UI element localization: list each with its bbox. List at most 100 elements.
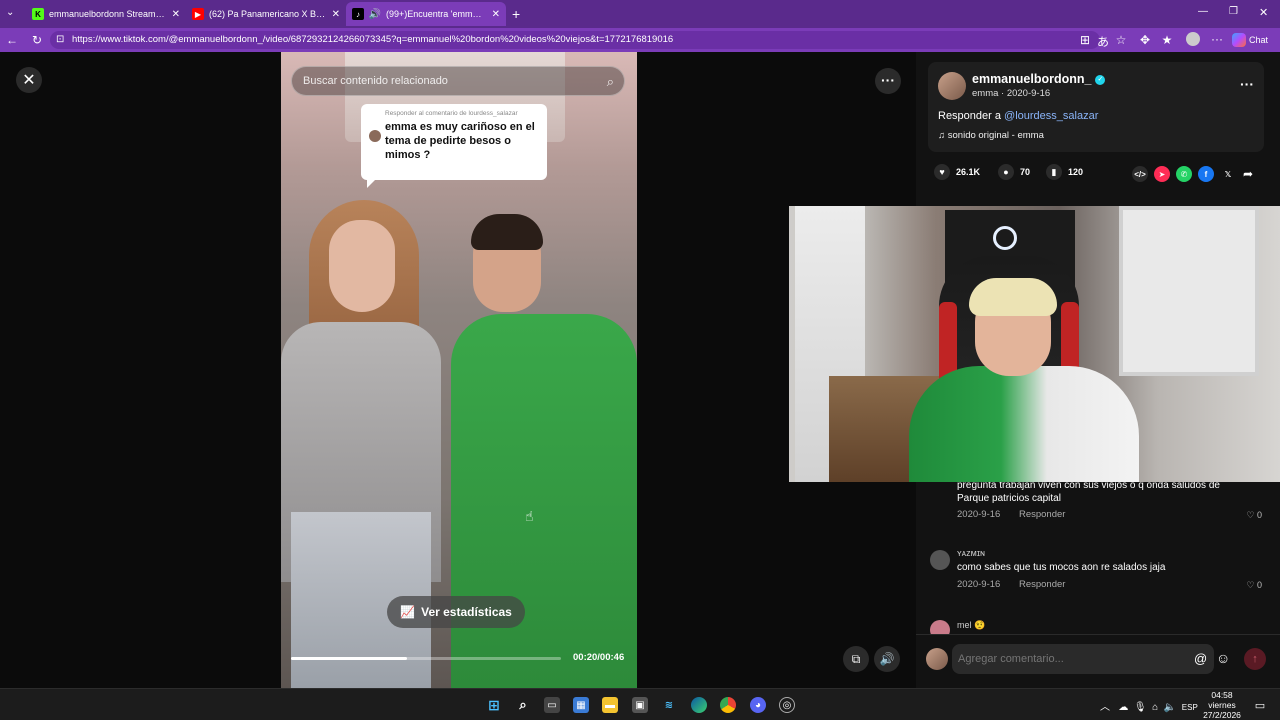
new-tab-plus-icon[interactable]: + (512, 6, 520, 22)
tab-label: (62) Pa Panamericano X Boppa Pr (209, 9, 326, 19)
tray-chevron-icon[interactable]: ︿ (1100, 702, 1110, 713)
author-avatar[interactable] (938, 72, 966, 100)
cloud-icon[interactable]: ☁ (1118, 702, 1128, 713)
chrome-icon[interactable] (720, 697, 736, 713)
url-text: https://www.tiktok.com/@emmanuelbordonn_… (72, 34, 674, 45)
comment-button[interactable]: ● 70 (998, 164, 1030, 180)
bookmark-icon: ▮ (1046, 164, 1062, 180)
author-card: emmanuelbordonn_ ✓ emma · 2020-9-16 ··· R… (928, 62, 1264, 152)
windows-start-icon[interactable]: ⊞ (486, 697, 502, 713)
my-avatar (926, 648, 948, 670)
extensions-icon[interactable]: ✥ (1138, 33, 1152, 47)
collections-icon[interactable]: ★ (1160, 33, 1174, 47)
author-more-options-icon[interactable]: ··· (1240, 76, 1254, 92)
close-icon: ✕ (22, 72, 36, 89)
clock-time: 04:58 (1211, 690, 1233, 700)
windows-taskbar: ⊞ ⌕ ▭ ▦ ▬ ▣ ≋ ◕ ◎ ︿ ☁ 🎙 ⌂ 🔈 ESP 04:58 vi… (0, 688, 1280, 720)
video-player[interactable]: Buscar contenido relacionado ⌕ Responder… (281, 52, 637, 688)
share-arrow-icon[interactable]: ➦ (1240, 166, 1256, 182)
comment-reply-link[interactable]: Responder (1019, 579, 1065, 590)
emoji-icon[interactable]: ☺ (1216, 650, 1230, 666)
avatar[interactable] (930, 620, 950, 634)
view-stats-button[interactable]: 📈 Ver estadísticas (387, 596, 525, 628)
related-search-input[interactable]: Buscar contenido relacionado ⌕ (291, 66, 625, 96)
volume-icon[interactable]: 🔈 (1164, 702, 1176, 713)
notifications-icon[interactable]: ▭ (1252, 697, 1268, 713)
stats-chart-icon: 📈 (400, 605, 416, 619)
webcam-scene-streamer-body (909, 366, 1139, 482)
app-available-icon[interactable]: ⊞ (1078, 33, 1092, 47)
volume-button[interactable]: 🔊 (874, 646, 900, 672)
close-icon[interactable]: ✕ (492, 9, 500, 20)
comment-composer: @ ☺ ↑ (924, 644, 1272, 674)
video-scene-girl-face (329, 220, 395, 312)
caption-mention-link[interactable]: @lourdess_salazar (1004, 110, 1098, 122)
embed-code-icon[interactable]: </> (1132, 166, 1148, 182)
close-icon[interactable]: ✕ (172, 9, 180, 20)
mention-at-icon[interactable]: @ (1194, 651, 1207, 666)
obs-icon[interactable]: ◎ (779, 697, 795, 713)
tab-youtube[interactable]: ▶ (62) Pa Panamericano X Boppa Pr ✕ (186, 2, 346, 26)
like-count: 26.1K (956, 167, 981, 177)
favorite-star-icon[interactable]: ☆ (1114, 33, 1128, 47)
comment-like-button[interactable]: ♡ 0 (1246, 510, 1262, 521)
reply-sticker-header: Responder al comentario de lourdess_sala… (385, 110, 518, 117)
site-info-icon[interactable]: ⊡ (56, 31, 64, 49)
tab-tiktok[interactable]: ♪ 🔊 (99+)Encuentra 'emmanuel b ✕ (346, 2, 506, 26)
author-name-row[interactable]: emmanuelbordonn_ ✓ (972, 72, 1106, 86)
author-name: emmanuelbordonn_ (972, 72, 1092, 86)
task-view-icon[interactable]: ▭ (544, 697, 560, 713)
tiktok-page: ✕ Buscar contenido relacionado ⌕ Respond… (0, 52, 1280, 688)
microphone-icon[interactable]: 🎙 (1134, 702, 1147, 713)
network-app-icon[interactable]: ≋ (661, 697, 677, 713)
comment-text: pregunta trabajan viven con sus viejos o… (957, 480, 1220, 504)
save-button[interactable]: ▮ 120 (1046, 164, 1083, 180)
sound-link[interactable]: ♫ sonido original - emma (938, 130, 1044, 141)
comment-bubble-icon: ● (998, 164, 1014, 180)
search-icon[interactable]: ⌕ (607, 68, 614, 96)
more-menu-icon[interactable]: ··· (1210, 32, 1224, 46)
search-icon[interactable]: ⌕ (515, 697, 531, 713)
url-field[interactable]: ⊡ https://www.tiktok.com/@emmanuelbordon… (50, 31, 1100, 49)
comment-reply-link[interactable]: Responder (1019, 509, 1065, 520)
clock[interactable]: 04:58 viernes 27/2/2026 (1196, 690, 1248, 720)
comment-input[interactable] (952, 644, 1214, 674)
speaker-icon[interactable]: 🔊 (369, 8, 381, 20)
comment-like-button[interactable]: ♡ 0 (1246, 580, 1262, 591)
video-more-options-button[interactable]: ··· (875, 68, 901, 94)
x-twitter-icon[interactable]: 𝕏 (1220, 166, 1236, 182)
edge-browser-icon[interactable] (691, 697, 707, 713)
refresh-icon[interactable]: ↻ (30, 33, 44, 47)
file-explorer-icon[interactable]: ▬ (602, 697, 618, 713)
network-icon[interactable]: ⌂ (1152, 702, 1158, 713)
close-video-button[interactable]: ✕ (16, 67, 42, 93)
send-friend-icon[interactable]: ➤ (1154, 166, 1170, 182)
translate-icon[interactable]: あ (1096, 33, 1110, 50)
webcam-scene-streamer-hair (969, 278, 1057, 316)
video-progress-bar[interactable] (291, 657, 561, 660)
webcam-overlay (789, 206, 1280, 482)
floating-player-button[interactable]: ⧉ (843, 646, 869, 672)
discord-icon[interactable]: ◕ (750, 697, 766, 713)
heart-icon: ♥ (934, 164, 950, 180)
store-icon[interactable]: ▣ (632, 697, 648, 713)
system-tray: ︿ ☁ 🎙 ⌂ 🔈 ESP (1100, 698, 1198, 713)
window-close-icon[interactable]: ✕ (1259, 6, 1268, 19)
avatar[interactable] (930, 550, 950, 570)
close-icon[interactable]: ✕ (332, 9, 340, 20)
restore-icon[interactable]: ❐ (1229, 6, 1238, 17)
back-arrow-icon[interactable]: ← (5, 33, 19, 47)
tab-list-chevron-icon[interactable]: ⌄ (6, 7, 14, 18)
whatsapp-icon[interactable]: ✆ (1176, 166, 1192, 182)
comment-username[interactable]: mel 🤨 (957, 620, 985, 631)
copilot-chat-button[interactable]: Chat (1232, 31, 1276, 49)
minimize-icon[interactable]: — (1198, 6, 1208, 17)
facebook-icon[interactable]: f (1198, 166, 1214, 182)
profile-avatar[interactable] (1186, 32, 1200, 46)
send-comment-button[interactable]: ↑ (1244, 648, 1266, 670)
comment-username[interactable]: ʏᴀᴢᴍɪɴ (957, 548, 985, 558)
widgets-icon[interactable]: ▦ (573, 697, 589, 713)
tab-kick[interactable]: K emmanuelbordonn Stream - Watc ✕ (26, 2, 186, 26)
like-button[interactable]: ♥ 26.1K (934, 164, 980, 180)
reply-sticker-text: emma es muy cariñoso en el tema de pedir… (385, 121, 535, 161)
